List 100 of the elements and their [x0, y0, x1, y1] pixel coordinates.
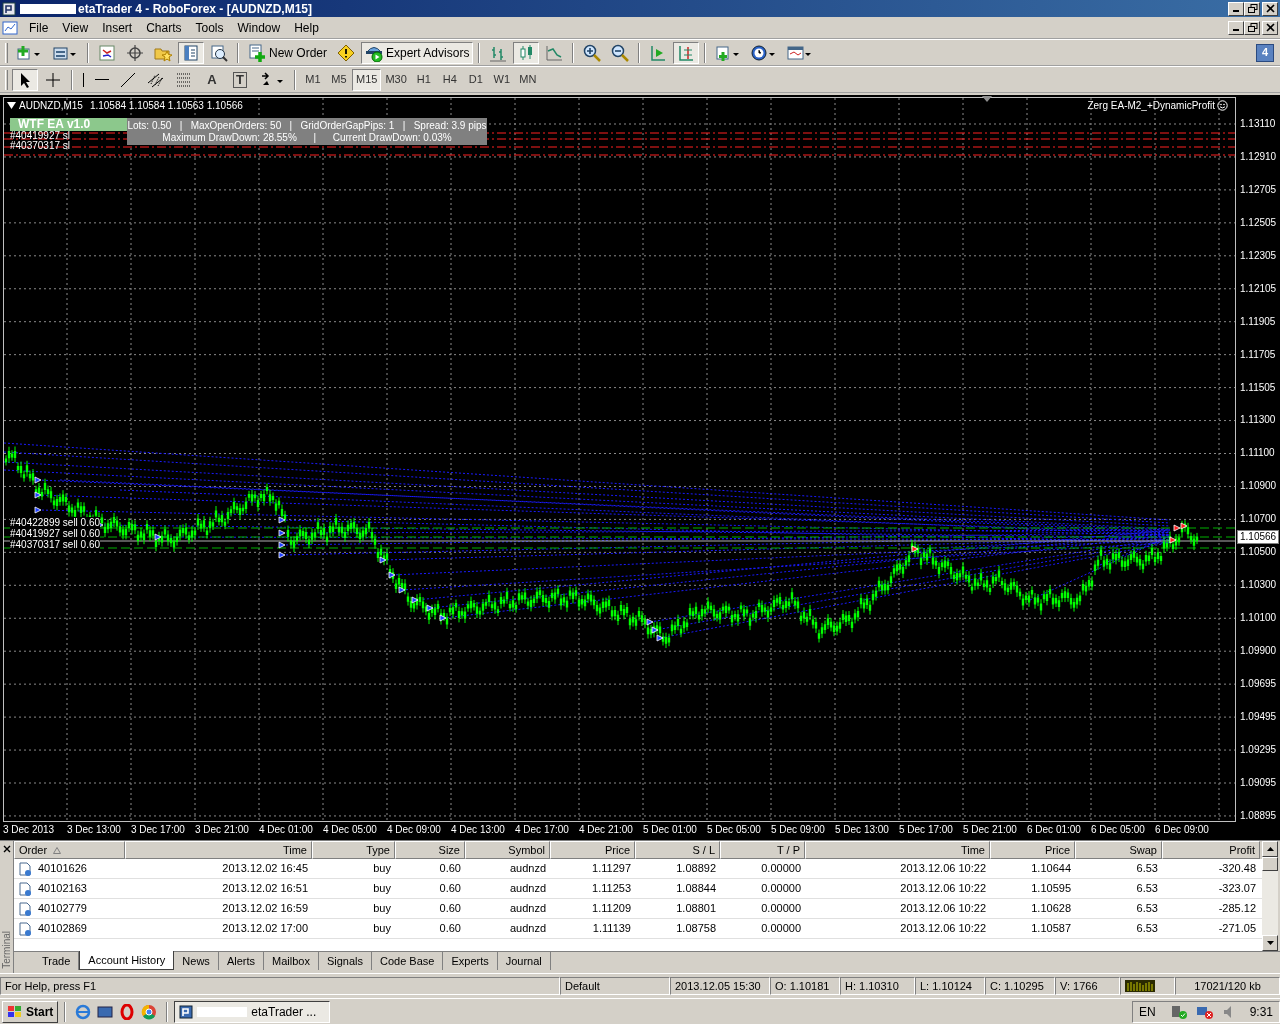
- menu-item[interactable]: File: [22, 18, 56, 37]
- text-tool-label: A: [206, 72, 218, 87]
- column-header[interactable]: Price: [990, 841, 1075, 859]
- table-cell-text: 1.10628: [1031, 901, 1071, 917]
- chart-minimize-button[interactable]: [1228, 20, 1244, 35]
- fibonacci-icon: [175, 70, 193, 89]
- chart-shift-icon: [677, 43, 696, 62]
- table-row[interactable]: 40102779 2013.12.02 16:59 buy 0.60 audnzd 1.11209 1.08801 0.00000 2013.12.06 10:22 1.10628 6.53 -285.12: [14, 899, 1262, 919]
- drawdown-text: Maximum DrawDown: 28.55% | Current DrawDown: 0.03%: [162, 131, 452, 144]
- window-close-button[interactable]: [1262, 1, 1278, 16]
- chart-shift-button[interactable]: [673, 41, 700, 64]
- window-restore-button[interactable]: [1244, 1, 1260, 16]
- column-header[interactable]: Time: [805, 841, 990, 859]
- entry-arrow-marker: [34, 491, 42, 499]
- price-label: 1.11905: [1240, 314, 1277, 329]
- menu-item[interactable]: Window: [230, 18, 288, 37]
- column-header-label: Swap: [1129, 842, 1157, 858]
- menu-item[interactable]: Help: [287, 18, 326, 37]
- column-header[interactable]: Price: [550, 841, 635, 859]
- scrollbar-thumb[interactable]: [1262, 857, 1278, 871]
- language-indicator[interactable]: EN: [1138, 1002, 1156, 1021]
- app-logo-icon: [179, 1004, 194, 1019]
- time-label: 5 Dec 01:00: [643, 823, 698, 837]
- table-cell-text: audnzd: [509, 901, 546, 917]
- column-header[interactable]: Time: [125, 841, 312, 859]
- price-label: 1.11505: [1240, 380, 1277, 395]
- price-label: 1.13110: [1240, 117, 1277, 131]
- text-tool-button[interactable]: A: [199, 68, 225, 91]
- price-label: 1.11705: [1240, 347, 1277, 362]
- terminal-tab[interactable]: Journal: [497, 952, 551, 970]
- terminal-tab[interactable]: News: [174, 952, 219, 970]
- window-title: etaTrader 4 - RoboForex - [AUDNZD,M15]: [78, 0, 313, 18]
- order-document-icon: [18, 901, 32, 916]
- table-row[interactable]: 40101626 2013.12.02 16:45 buy 0.60 audnzd 1.11297 1.08892 0.00000 2013.12.06 10:22 1.10644 6.53 -320.48: [14, 859, 1262, 879]
- chart-restore-button[interactable]: [1244, 20, 1260, 35]
- new-order-button[interactable]: New Order: [244, 41, 331, 64]
- timeframe-button[interactable]: M1: [300, 68, 326, 91]
- column-header[interactable]: Order: [14, 841, 125, 859]
- sort-arrow-icon: [53, 846, 62, 854]
- terminal-tab[interactable]: Alerts: [218, 952, 264, 970]
- expert-advisors-button[interactable]: Expert Advisors: [361, 41, 474, 64]
- order-document-icon: [18, 881, 32, 896]
- order-document-icon: [18, 921, 32, 936]
- price-label: 1.12505: [1240, 215, 1277, 230]
- timeframe-button[interactable]: H1: [410, 68, 437, 91]
- column-header[interactable]: Symbol: [465, 841, 550, 859]
- stop-loss-label: #40370317 sl: [10, 141, 71, 151]
- browser-circle-icon: [141, 1003, 158, 1020]
- scroll-up-button[interactable]: [1262, 841, 1278, 857]
- menu-item[interactable]: Tools: [188, 18, 231, 37]
- column-header[interactable]: S / L: [635, 841, 720, 859]
- chart-shift-marker-icon[interactable]: [982, 96, 992, 102]
- message-count-badge[interactable]: 4: [1256, 43, 1274, 62]
- timeframe-button[interactable]: W1: [488, 68, 515, 91]
- app-logo-icon: [2, 1, 16, 16]
- clock-icon: [751, 43, 778, 62]
- vertical-scrollbar[interactable]: [1262, 841, 1278, 951]
- column-header[interactable]: T / P: [720, 841, 805, 859]
- chart-close-button[interactable]: [1262, 20, 1278, 35]
- time-label: 5 Dec 05:00: [707, 823, 762, 837]
- terminal-tab[interactable]: Mailbox: [264, 952, 319, 970]
- start-button[interactable]: Start: [2, 1000, 59, 1023]
- column-header[interactable]: Swap: [1075, 841, 1162, 859]
- window-minimize-button[interactable]: [1228, 1, 1244, 16]
- time-label: 3 Dec 13:00: [67, 823, 122, 837]
- menu-item[interactable]: Insert: [95, 18, 140, 37]
- column-header[interactable]: Size: [395, 841, 465, 859]
- pointer-button[interactable]: [12, 68, 38, 91]
- order-document-icon: [18, 861, 32, 876]
- terminal-tab[interactable]: Signals: [318, 952, 372, 970]
- window-list-button[interactable]: [178, 41, 204, 64]
- candlestick-button[interactable]: [513, 41, 540, 64]
- table-cell-text: 0.60: [439, 921, 461, 937]
- terminal-tab[interactable]: Experts: [443, 952, 498, 970]
- column-header[interactable]: Profit: [1162, 841, 1260, 859]
- scroll-down-button[interactable]: [1262, 935, 1278, 951]
- text-tool-button[interactable]: T: [227, 68, 253, 91]
- table-cell-text: 2013.12.06 10:22: [900, 921, 986, 937]
- table-cell-text: 0.00000: [761, 881, 801, 897]
- timeframe-button[interactable]: M30: [381, 68, 411, 91]
- price-label: 1.11300: [1240, 413, 1277, 428]
- template-icon: [787, 43, 814, 62]
- timeframe-button[interactable]: H4: [436, 68, 463, 91]
- menu-item[interactable]: Charts: [139, 18, 189, 37]
- timeframe-button[interactable]: M15: [352, 68, 382, 91]
- clock-time: 9:31: [1249, 1003, 1273, 1021]
- scroll-up-icon: [1266, 847, 1274, 851]
- table-cell-text: 1.08801: [676, 901, 716, 917]
- price-label: 1.10300: [1240, 578, 1277, 593]
- terminal-tab[interactable]: Account History: [79, 951, 175, 970]
- table-row[interactable]: 40102163 2013.12.02 16:51 buy 0.60 audnzd 1.11253 1.08844 0.00000 2013.12.06 10:22 1.10595 6.53 -323.07: [14, 879, 1262, 899]
- taskbar-window-button[interactable]: etaTrader ...: [174, 1000, 331, 1023]
- timeframe-button[interactable]: D1: [462, 68, 489, 91]
- column-header[interactable]: Type: [312, 841, 395, 859]
- timeframe-button[interactable]: M5: [326, 68, 352, 91]
- terminal-tab[interactable]: Code Base: [372, 952, 444, 970]
- menu-item[interactable]: View: [55, 18, 96, 37]
- table-cell-text: 6.53: [1136, 861, 1158, 877]
- expert-settings-text: Lots: 0.50 | MaxOpenOrders: 50 | GridOrderGapPips: 1 | Spread: 3.9 pips: [127, 119, 487, 132]
- timeframe-button[interactable]: MN: [514, 68, 541, 91]
